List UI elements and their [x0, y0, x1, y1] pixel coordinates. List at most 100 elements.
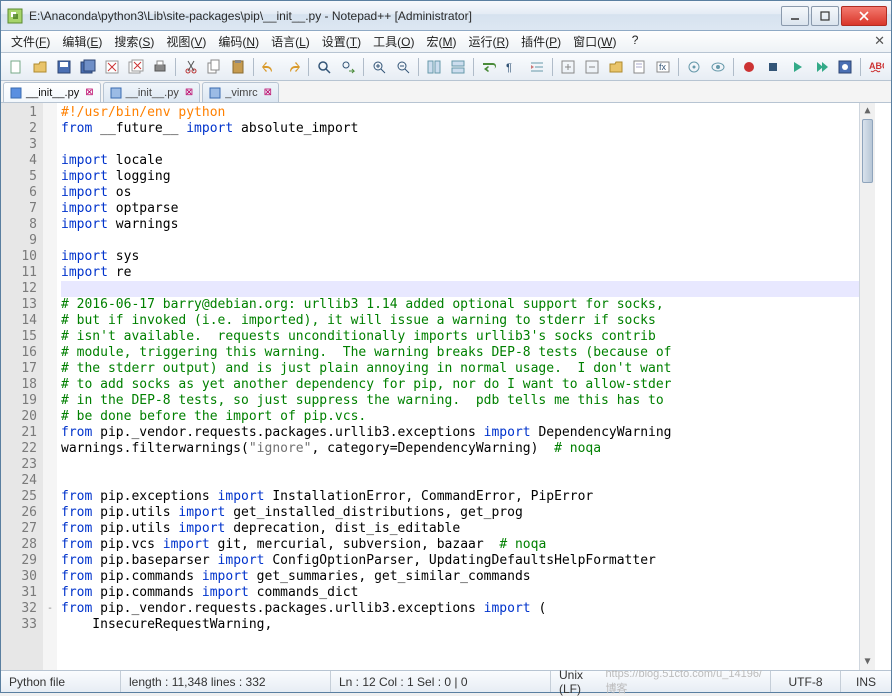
- scroll-up-icon[interactable]: ▲: [860, 103, 875, 119]
- tab-close-icon[interactable]: ⊠: [85, 87, 93, 98]
- eye-icon[interactable]: [707, 56, 729, 78]
- code-line[interactable]: #!/usr/bin/env python: [61, 105, 875, 121]
- replace-icon[interactable]: [337, 56, 359, 78]
- code-area[interactable]: #!/usr/bin/env pythonfrom __future__ imp…: [57, 103, 875, 670]
- show-all-chars-icon[interactable]: [683, 56, 705, 78]
- code-line[interactable]: # be done before the import of pip.vcs.: [61, 409, 875, 425]
- redo-icon[interactable]: [282, 56, 304, 78]
- code-line[interactable]: warnings.filterwarnings("ignore", catego…: [61, 441, 875, 457]
- fold-icon[interactable]: [557, 56, 579, 78]
- paste-icon[interactable]: [227, 56, 249, 78]
- editor-tab[interactable]: __init__.py⊠: [103, 82, 201, 102]
- code-line[interactable]: from pip._vendor.requests.packages.urlli…: [61, 601, 875, 617]
- menu-item[interactable]: 视图(V): [160, 32, 212, 51]
- menu-item[interactable]: 语言(L): [265, 32, 316, 51]
- close-icon[interactable]: [101, 56, 123, 78]
- unfold-icon[interactable]: [581, 56, 603, 78]
- code-line[interactable]: from __future__ import absolute_import: [61, 121, 875, 137]
- editor-tab[interactable]: __init__.py⊠: [3, 82, 101, 102]
- menu-item[interactable]: 宏(M): [420, 32, 462, 51]
- code-line[interactable]: # the stderr output) and is just plain a…: [61, 361, 875, 377]
- code-line[interactable]: # in the DEP-8 tests, so just suppress t…: [61, 393, 875, 409]
- zoom-in-icon[interactable]: [368, 56, 390, 78]
- zoom-out-icon[interactable]: [392, 56, 414, 78]
- code-line[interactable]: from pip.utils import deprecation, dist_…: [61, 521, 875, 537]
- fold-column[interactable]: -: [43, 103, 57, 670]
- code-line[interactable]: from pip._vendor.requests.packages.urlli…: [61, 425, 875, 441]
- save-all-icon[interactable]: [77, 56, 99, 78]
- find-icon[interactable]: [313, 56, 335, 78]
- save-macro-icon[interactable]: [834, 56, 856, 78]
- new-file-icon[interactable]: [5, 56, 27, 78]
- code-line[interactable]: from pip.commands import get_summaries, …: [61, 569, 875, 585]
- tab-close-icon[interactable]: ⊠: [264, 87, 272, 98]
- menu-item[interactable]: ?: [622, 32, 644, 51]
- code-line[interactable]: from pip.exceptions import InstallationE…: [61, 489, 875, 505]
- menu-item[interactable]: 插件(P): [515, 32, 567, 51]
- func-list-icon[interactable]: fx: [652, 56, 674, 78]
- save-icon[interactable]: [53, 56, 75, 78]
- editor[interactable]: 1234567891011121314151617181920212223242…: [1, 103, 891, 670]
- code-line[interactable]: import logging: [61, 169, 875, 185]
- code-line[interactable]: import locale: [61, 153, 875, 169]
- code-line[interactable]: from pip.utils import get_installed_dist…: [61, 505, 875, 521]
- code-line[interactable]: [61, 473, 875, 489]
- code-line[interactable]: # module, triggering this warning. The w…: [61, 345, 875, 361]
- code-line[interactable]: from pip.vcs import git, mercurial, subv…: [61, 537, 875, 553]
- code-line[interactable]: # isn't available. requests unconditiona…: [61, 329, 875, 345]
- doc-map-icon[interactable]: [629, 56, 651, 78]
- vertical-scrollbar[interactable]: ▲ ▼: [859, 103, 875, 670]
- maximize-button[interactable]: [811, 6, 839, 26]
- play-icon[interactable]: [786, 56, 808, 78]
- menu-item[interactable]: 窗口(W): [567, 32, 622, 51]
- code-line[interactable]: from pip.baseparser import ConfigOptionP…: [61, 553, 875, 569]
- close-all-icon[interactable]: [125, 56, 147, 78]
- tab-close-icon[interactable]: ⊠: [185, 87, 193, 98]
- editor-tab[interactable]: _vimrc ⊠: [202, 82, 279, 102]
- menu-item[interactable]: 运行(R): [462, 32, 515, 51]
- code-line[interactable]: import optparse: [61, 201, 875, 217]
- code-line[interactable]: import re: [61, 265, 875, 281]
- undo-icon[interactable]: [258, 56, 280, 78]
- folder-icon[interactable]: [605, 56, 627, 78]
- code-line[interactable]: [61, 457, 875, 473]
- menubar-close-x-icon[interactable]: ✕: [874, 33, 885, 49]
- show-chars-icon[interactable]: ¶: [502, 56, 524, 78]
- code-line[interactable]: import os: [61, 185, 875, 201]
- menu-item[interactable]: 编码(N): [212, 32, 265, 51]
- menu-item[interactable]: 设置(T): [316, 32, 367, 51]
- code-line[interactable]: [61, 137, 875, 153]
- open-icon[interactable]: [29, 56, 51, 78]
- copy-icon[interactable]: [204, 56, 226, 78]
- sync-v-icon[interactable]: [423, 56, 445, 78]
- menu-item[interactable]: 工具(O): [367, 32, 420, 51]
- stop-icon[interactable]: [762, 56, 784, 78]
- status-filetype: Python file: [1, 671, 121, 692]
- code-line[interactable]: import sys: [61, 249, 875, 265]
- scroll-thumb[interactable]: [862, 119, 873, 183]
- code-line[interactable]: # to add socks as yet another dependency…: [61, 377, 875, 393]
- print-icon[interactable]: [149, 56, 171, 78]
- code-line[interactable]: [61, 281, 875, 297]
- scroll-down-icon[interactable]: ▼: [860, 654, 875, 670]
- wrap-icon[interactable]: [478, 56, 500, 78]
- code-line[interactable]: # 2016-06-17 barry@debian.org: urllib3 1…: [61, 297, 875, 313]
- sync-h-icon[interactable]: [447, 56, 469, 78]
- spell-icon[interactable]: ABC: [865, 56, 887, 78]
- menu-item[interactable]: 编辑(E): [56, 32, 108, 51]
- menu-item[interactable]: 文件(F): [5, 32, 56, 51]
- menu-item[interactable]: 搜索(S): [108, 32, 160, 51]
- status-eol-cell: Unix (LF) https://blog.51cto.com/u_14196…: [551, 671, 771, 692]
- code-line[interactable]: from pip.commands import commands_dict: [61, 585, 875, 601]
- minimize-button[interactable]: [781, 6, 809, 26]
- code-line[interactable]: # but if invoked (i.e. imported), it wil…: [61, 313, 875, 329]
- code-line[interactable]: import warnings: [61, 217, 875, 233]
- code-line[interactable]: [61, 233, 875, 249]
- close-button[interactable]: [841, 6, 887, 26]
- code-line[interactable]: InsecureRequestWarning,: [61, 617, 875, 633]
- record-icon[interactable]: [738, 56, 760, 78]
- playx-icon[interactable]: [810, 56, 832, 78]
- tab-label: _vimrc: [225, 87, 257, 99]
- cut-icon[interactable]: [180, 56, 202, 78]
- indent-icon[interactable]: [526, 56, 548, 78]
